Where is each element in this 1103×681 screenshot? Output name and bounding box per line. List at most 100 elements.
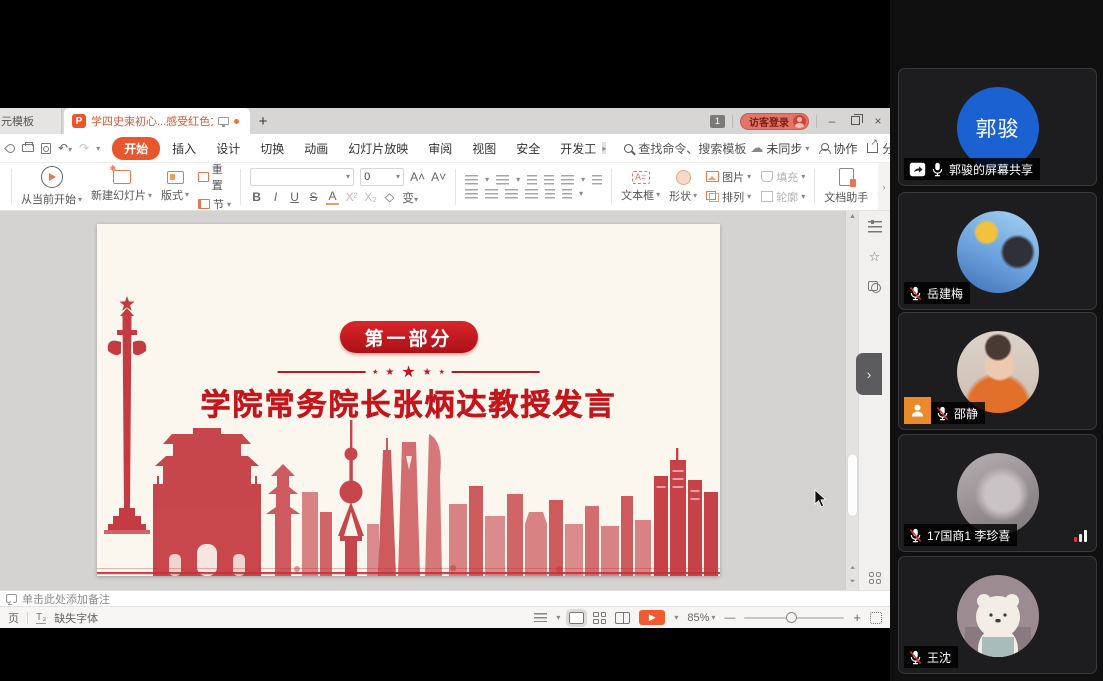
redo-icon[interactable]: ↷ [79,141,89,155]
doc-count-badge[interactable]: 1 [710,115,725,128]
background-document-tab[interactable]: 元模板 [0,108,62,134]
text-box-button[interactable]: A= 文本框▾ [621,171,660,203]
menu-tab-slideshow[interactable]: 幻灯片放映 [340,137,416,160]
command-search[interactable]: 查找命令、搜索模板 [624,140,746,157]
slide[interactable]: 第一部分 ★★★★★ 学院常务院长张炳达教授发言 [97,224,720,576]
picture-button[interactable]: 图片▾ [706,169,751,185]
fit-to-window-icon[interactable] [870,612,882,624]
menu-tab-home[interactable]: 开始 [112,137,160,160]
print-icon[interactable] [22,144,34,152]
scrollbar-thumb[interactable] [848,454,857,516]
ribbon-overflow-icon[interactable]: › [878,163,890,210]
underline-button[interactable]: U [288,190,301,204]
zoom-slider-knob[interactable] [786,612,797,623]
align-center-icon[interactable] [485,189,498,199]
active-document-tab[interactable]: P 学四史柬初心...感受红色力量 [64,108,250,134]
collaborate-button[interactable]: 协作 [819,140,857,157]
text-effect-icon[interactable]: 变▾ [402,189,418,206]
text-direction-icon[interactable] [592,175,602,185]
missing-font-label[interactable]: 缺失字体 [54,610,98,626]
notes-toggle-icon[interactable] [534,613,547,622]
menu-tab-transition[interactable]: 切换 [252,137,292,160]
clear-format-icon[interactable]: ◇ [383,190,396,204]
slide-grid-icon[interactable] [869,572,881,584]
pin-icon[interactable] [4,142,17,155]
layout-button[interactable]: 版式▾ [161,171,189,203]
menu-tab-review[interactable]: 审阅 [420,137,460,160]
zoom-in-button[interactable]: + [853,610,861,625]
font-name-select[interactable]: ▾ [250,168,354,186]
sync-status-button[interactable]: ☁ 未同步 ▾ [750,140,809,157]
strikethrough-button[interactable]: S [307,190,320,204]
slide-sorter-view-button[interactable] [593,612,606,624]
guest-login-button[interactable]: 访客登录 [740,113,809,130]
section-button[interactable]: 节▾ [198,196,231,211]
menu-tab-developer[interactable]: 开发工 [552,137,598,160]
decrease-font-icon[interactable]: A˅ [431,170,446,184]
mic-muted-icon [936,406,949,421]
menu-tab-design[interactable]: 设计 [208,137,248,160]
align-left-icon[interactable] [465,189,478,199]
participant-tile[interactable]: 岳建梅 [898,192,1097,310]
decrease-indent-icon[interactable] [527,175,537,185]
vertical-scrollbar[interactable]: ▲ ⏶ ⏷ [845,211,858,590]
menu-tab-view[interactable]: 视图 [464,137,504,160]
distribute-icon[interactable] [545,189,555,199]
restore-button[interactable] [847,114,863,128]
reset-button[interactable]: 重置 [198,163,231,193]
justify-icon[interactable] [525,189,538,199]
zoom-slider[interactable] [744,617,844,619]
participant-label-bar: 邵静 [931,402,985,424]
scroll-up-icon[interactable]: ▲ [849,213,856,220]
outline-button[interactable]: 轮廓▾ [761,189,805,205]
zoom-out-button[interactable]: — [724,612,735,624]
columns-icon[interactable] [562,189,572,199]
notes-bar[interactable]: 单击此处添加备注 [0,590,890,606]
beautify-icon[interactable]: ☆ [869,249,881,265]
object-properties-icon[interactable] [868,221,882,233]
new-slide-button[interactable]: 新建幻灯片▾ [91,170,152,203]
participant-tile[interactable]: 17国商1 李珍喜 [898,434,1097,552]
italic-button[interactable]: I [269,190,282,204]
align-right-icon[interactable] [505,189,518,199]
menu-tab-security[interactable]: 安全 [508,137,548,160]
new-tab-button[interactable]: + [250,108,276,134]
next-slide-icon[interactable]: ⏷ [848,578,857,586]
print-preview-icon[interactable] [41,143,51,154]
undo-icon[interactable]: ↶▾ [58,141,72,155]
menu-tab-animation[interactable]: 动画 [296,137,336,160]
minimize-button[interactable]: – [824,114,840,128]
numbered-list-icon[interactable] [496,175,509,185]
expand-panel-button[interactable]: › [856,353,882,395]
fill-button[interactable]: 填充▾ [761,169,805,185]
reading-view-button[interactable] [615,612,630,624]
play-from-current-button[interactable]: 从当前开始▾ [21,166,82,207]
close-button[interactable]: × [870,114,886,128]
customize-toolbar-icon[interactable]: ▾ [96,144,100,153]
font-color-button[interactable]: A [326,189,339,205]
resources-icon[interactable] [868,281,881,293]
participant-tile[interactable]: 邵静 [898,312,1097,430]
shapes-button[interactable]: 形状▾ [669,170,697,204]
subscript-button[interactable]: X₂ [364,190,377,204]
menu-tab-insert[interactable]: 插入 [164,137,204,160]
increase-font-icon[interactable]: A˄ [410,170,425,184]
font-size-select[interactable]: 0▾ [360,168,404,186]
participant-tile[interactable]: 郭骏 郭骏的屏幕共享 [898,68,1097,186]
line-spacing-icon[interactable] [561,175,574,185]
normal-view-button[interactable] [569,612,584,624]
shape-icon [676,170,691,185]
slideshow-play-button[interactable]: ▶ [639,610,665,625]
previous-slide-icon[interactable]: ⏶ [848,565,857,573]
zoom-level[interactable]: 85%▾ [687,612,715,624]
increase-indent-icon[interactable] [544,175,554,185]
bold-button[interactable]: B [250,190,263,204]
person-icon [819,143,829,154]
doc-assistant-button[interactable]: 文档助手 [824,168,868,205]
bullet-list-icon[interactable] [465,175,478,185]
superscript-button[interactable]: X² [345,190,358,204]
slide-canvas[interactable]: 第一部分 ★★★★★ 学院常务院长张炳达教授发言 ▲ [0,211,890,590]
participant-tile[interactable]: 王沈 [898,556,1097,674]
arrange-button[interactable]: 排列▾ [706,189,751,205]
menu-overflow-icon[interactable]: ▸ [602,142,606,154]
